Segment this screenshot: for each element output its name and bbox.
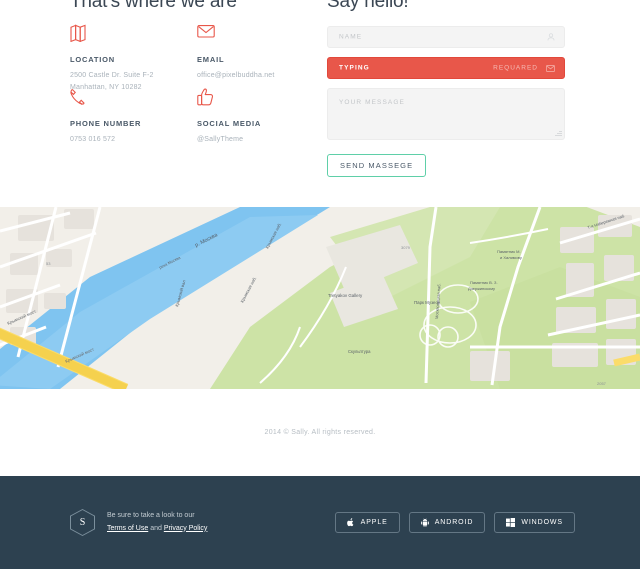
user-icon <box>547 28 555 46</box>
android-button-label: ANDROID <box>434 519 474 526</box>
contact-item-line1: 0753 016 572 <box>70 136 116 143</box>
apple-icon <box>346 518 355 527</box>
map-icon <box>70 24 190 46</box>
envelope-icon <box>546 59 555 77</box>
map-label-num-3: 53 <box>46 261 51 266</box>
contact-item-location: LOCATION 2500 Castle Dr. Suite F-2 Manha… <box>70 24 190 93</box>
privacy-policy-link[interactable]: Privacy Policy <box>164 525 208 532</box>
contact-item-phone: PHONE NUMBER 0753 016 572 <box>70 88 190 146</box>
android-download-button[interactable]: ANDROID <box>408 512 486 533</box>
footer-tagline: Be sure to take a look to our Terms of U… <box>107 510 207 536</box>
footer-tagline-line1: Be sure to take a look to our <box>107 511 195 519</box>
map-label-gallery: Tretyakov Gallery <box>328 293 363 298</box>
required-label: REQUARED <box>493 64 538 72</box>
page-root: That's where we are Say hello! LOCATION … <box>0 0 640 569</box>
email-typing-field[interactable]: TYPING REQUARED <box>327 57 565 79</box>
app-store-buttons: APPLE ANDROID WINDOWS <box>334 512 575 533</box>
message-field[interactable]: YOUR MESSAGE <box>327 88 565 140</box>
contact-item-title: SOCIAL MEDIA <box>197 119 262 128</box>
logo-letter: S <box>79 517 86 528</box>
android-icon <box>420 518 429 527</box>
map-label-num-2: 2057 <box>597 381 607 386</box>
message-field-placeholder: YOUR MESSAGE <box>339 99 405 106</box>
contact-item-title: PHONE NUMBER <box>70 119 142 128</box>
map-label-num-1: 3079 <box>401 245 411 250</box>
site-footer: S Be sure to take a look to our Terms of… <box>0 476 640 569</box>
name-field-placeholder: NAME <box>339 33 363 41</box>
thumbs-up-icon <box>197 88 317 110</box>
contact-item-title: EMAIL <box>197 55 225 64</box>
links-conjunction: and <box>150 524 162 532</box>
resize-handle-icon[interactable] <box>554 129 562 137</box>
map-canvas: р. Москва река Москва Крымский мост Крым… <box>0 207 640 389</box>
contact-heading: That's where we are <box>70 0 237 12</box>
footer-branding: S Be sure to take a look to our Terms of… <box>70 509 207 536</box>
copyright-bar: 2014 © Sally. All rights reserved. <box>0 389 640 476</box>
copyright-text: 2014 © Sally. All rights reserved. <box>264 429 376 436</box>
name-field[interactable]: NAME <box>327 26 565 48</box>
contact-item-email: EMAIL office@pixelbuddha.net <box>197 24 317 82</box>
map-label-sculpture: Скульптура <box>348 349 371 354</box>
map-label-monument-1b: и Халимову <box>500 255 522 260</box>
map-label-park: Парк Музеон <box>414 300 441 305</box>
apple-download-button[interactable]: APPLE <box>334 512 400 533</box>
form-heading: Say hello! <box>327 0 409 12</box>
map-label-monument-2a: Памятник В. З. <box>470 280 498 285</box>
send-message-button[interactable]: SEND MASSEGE <box>327 154 427 177</box>
typing-label: TYPING <box>339 64 370 72</box>
windows-icon <box>506 518 516 527</box>
sally-logo-icon[interactable]: S <box>70 509 95 536</box>
contact-section: That's where we are Say hello! LOCATION … <box>0 0 640 207</box>
terms-of-use-link[interactable]: Terms of Use <box>107 525 148 532</box>
windows-button-label: WINDOWS <box>521 519 563 526</box>
phone-icon <box>70 88 190 110</box>
contact-item-title: LOCATION <box>70 55 116 64</box>
map-label-monument-1a: Памятник М. <box>497 249 521 254</box>
map-embed[interactable]: р. Москва река Москва Крымский мост Крым… <box>0 207 640 389</box>
windows-download-button[interactable]: WINDOWS <box>494 512 575 533</box>
footer-legal-links: Terms of Use and Privacy Policy <box>107 523 207 536</box>
map-label-monument-2b: Дзержинскому <box>468 286 495 291</box>
contact-form: NAME TYPING REQUARED YOUR MESSAGE SEND M… <box>327 26 565 177</box>
contact-item-line1: 2500 Castle Dr. Suite F-2 <box>70 72 154 79</box>
contact-item-line1: office@pixelbuddha.net <box>197 72 275 79</box>
contact-item-social: SOCIAL MEDIA @SallyTheme <box>197 88 317 146</box>
contact-item-line1: @SallyTheme <box>197 136 244 143</box>
apple-button-label: APPLE <box>360 519 388 526</box>
email-icon <box>197 24 317 46</box>
